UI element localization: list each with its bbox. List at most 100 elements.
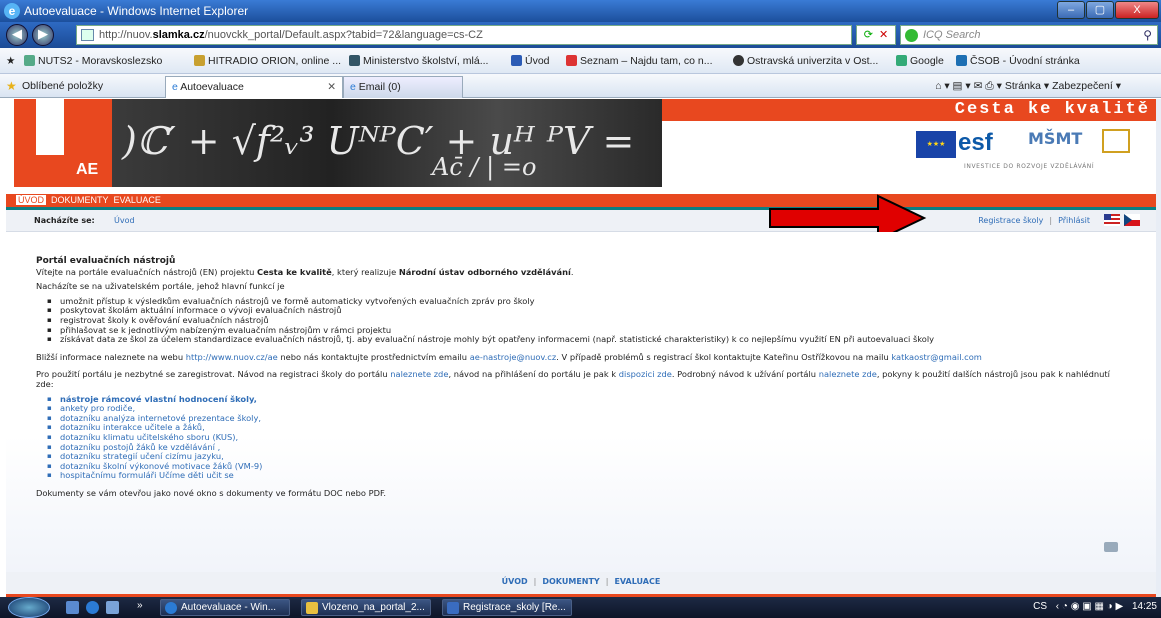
register-school-link[interactable]: Registrace školy [978,216,1043,225]
list-item: získávat data ze škol za účelem standard… [47,335,1126,345]
tray-icons[interactable]: ‹ ◔ ◉ ▣ ▦ ◑ ▶ [1056,601,1123,612]
scrollbar[interactable] [1156,99,1161,597]
ie-icon [165,602,177,614]
msmt-icon [349,55,360,66]
english-flag-icon[interactable] [1104,214,1120,226]
favorites-button[interactable]: Oblíbené položky [22,80,103,92]
login-guide-link[interactable]: dispozici zde [619,369,672,380]
switch-windows-icon[interactable] [106,601,119,614]
msmt-logo: MŠMT [1028,129,1083,148]
favorites-bar: ★ NUTS2 - Moravskoslezsko HITRADIO ORION… [0,48,1161,74]
forward-button[interactable]: ▶ [32,24,54,46]
breadcrumb-bar: Nacházíte se: Úvod Registrace školy | Přih… [6,210,1156,232]
footer-link-evaluace[interactable]: EVALUACE [614,577,660,586]
minimize-button[interactable]: – [1057,1,1085,19]
maximize-button[interactable]: ▢ [1086,1,1114,19]
start-button[interactable] [8,597,50,618]
menu-dokumenty[interactable]: DOKUMENTY [51,195,109,205]
slogan-text: Cesta ke kvalitě [954,100,1150,119]
slogan-strip: Cesta ke kvalitě [662,99,1156,121]
search-field[interactable]: ICQ Search ⚲ [900,25,1158,45]
window-title: Autoevaluace - Windows Internet Explorer [24,4,249,18]
breadcrumb-current[interactable]: Úvod [114,216,135,225]
refresh-stop-buttons[interactable]: ⟳ ✕ [856,25,896,45]
favorite-link[interactable]: ČSOB - Úvodní stránka [956,55,1080,67]
csob-icon [956,55,967,66]
favorite-link[interactable]: Seznam – Najdu tam, co n... [566,55,712,67]
usage-guide-link[interactable]: naleznete zde [819,369,877,380]
page-icon [24,55,35,66]
contact-email-link[interactable]: katkaostr@gmail.com [891,352,982,362]
ie-logo-icon: e [4,3,20,19]
folder-icon [306,602,318,614]
login-link[interactable]: Přihlásit [1058,216,1090,225]
menu-evaluace[interactable]: EVALUACE [114,195,161,205]
ie-tab-icon: e [172,81,181,93]
url-prefix: http://nuov. [99,29,153,41]
quicklaunch-overflow-icon[interactable]: » [137,600,143,611]
separator: | [533,577,537,586]
favorite-link[interactable]: Ministerstvo školství, mlá... [349,55,488,67]
language-indicator[interactable]: CS [1033,601,1047,612]
url-domain: slamka.cz [152,29,205,41]
favorites-star-icon[interactable]: ★ [6,79,17,93]
ie-tab-icon: e [350,81,359,93]
system-tray: CS ‹ ◔ ◉ ▣ ▦ ◑ ▶ 14:25 [1033,601,1157,612]
taskbar-button[interactable]: Registrace_skoly [Re... [442,599,572,616]
command-menus[interactable]: Stránka ▾ Zabezpečení ▾ [1005,80,1121,92]
print-icon[interactable] [1104,542,1118,552]
university-icon [733,55,744,66]
eu-flag-icon: ★★★ [916,131,956,158]
close-tab-icon[interactable]: ✕ [327,81,336,93]
stop-icon[interactable]: ✕ [879,28,888,41]
page-icon [81,29,94,41]
intro-paragraph: Vítejte na portále evaluačních nástrojů … [36,266,574,277]
favorite-link[interactable]: Google [896,55,944,67]
back-button[interactable]: ◀ [6,24,28,46]
registration-guide-link[interactable]: naleznete zde [390,369,448,380]
command-bar[interactable]: ⌂ ▾ ▤ ▾ ✉ ⎙ ▾ Stránka ▾ Zabezpečení ▾ [935,80,1121,93]
taskbar-button[interactable]: Autoevaluace - Win... [160,599,290,616]
url-suffix: /nuovckk_portal/Default.aspx?tabid=72&la… [204,29,483,41]
menu-uvod[interactable]: ÚVOD [16,195,47,205]
windows-taskbar: » Autoevaluace - Win... Vlozeno_na_porta… [0,597,1161,618]
esf-logo: esf [958,129,993,156]
web-page: AE )ℂ′ + √f²ᵥ³ UᴺᴾC′ + uᴴ ᴾV = Ac̄ / | =… [6,99,1156,597]
investment-caption: INVESTICE DO ROZVOJE VZDĚLÁVÁNÍ [964,163,1095,170]
breadcrumb-label: Nacházíte se: [34,216,95,225]
add-favorite-icon[interactable]: ★ [6,55,15,67]
footer-link-uvod[interactable]: ÚVOD [502,577,528,586]
favorite-link[interactable]: Úvod [511,55,550,67]
tool-link[interactable]: dotazníku analýza internetové prezentace… [47,413,1126,424]
taskbar-button[interactable]: Vlozeno_na_portal_2... [301,599,431,616]
chalkboard-image: )ℂ′ + √f²ᵥ³ UᴺᴾC′ + uᴴ ᴾV = Ac̄ / | =ο [112,99,662,187]
documents-note: Dokumenty se vám otevřou jako nové okno … [36,487,387,498]
window-titlebar: e Autoevaluace - Windows Internet Explor… [0,0,1161,22]
separator: | [1049,216,1053,225]
clock[interactable]: 14:25 [1132,601,1157,612]
favorite-link[interactable]: HITRADIO ORION, online ... [194,55,341,67]
tool-link[interactable]: hospitačnímu formuláři Učíme děti učit s… [47,471,1126,481]
ie-quicklaunch-icon[interactable] [86,601,99,614]
tab-email[interactable]: e Email (0) [343,76,463,98]
tab-autoevaluace[interactable]: e Autoevaluace ✕ [165,76,343,98]
word-icon [447,602,459,614]
seznam-icon [566,55,577,66]
tool-link[interactable]: nástroje rámcové vlastní hodnocení školy… [47,394,1126,405]
czech-flag-icon[interactable] [1124,214,1140,226]
url-field[interactable]: http://nuov.slamka.cz/nuovckk_portal/Def… [76,25,852,45]
tools-list: nástroje rámcové vlastní hodnocení školy… [47,394,1126,481]
footer-link-dokumenty[interactable]: DOKUMENTY [542,577,599,586]
close-button[interactable]: X [1115,1,1159,19]
email-link[interactable]: ae-nastroje@nuov.cz [470,352,557,362]
favorite-link[interactable]: Ostravská univerzita v Ost... [733,55,878,67]
search-icon[interactable]: ⚲ [1143,26,1152,44]
registration-paragraph: Pro použití portálu je nezbytné se zareg… [36,369,1110,389]
nuov-web-link[interactable]: http://www.nuov.cz/ae [186,352,278,362]
search-placeholder: ICQ Search [923,29,981,41]
tab-label: Email (0) [358,81,401,93]
functions-list: umožnit přístup k výsledkům evaluačních … [47,296,1126,345]
page-icon [511,55,522,66]
favorite-link[interactable]: NUTS2 - Moravskoslezsko [24,55,162,67]
show-desktop-icon[interactable] [66,601,79,614]
